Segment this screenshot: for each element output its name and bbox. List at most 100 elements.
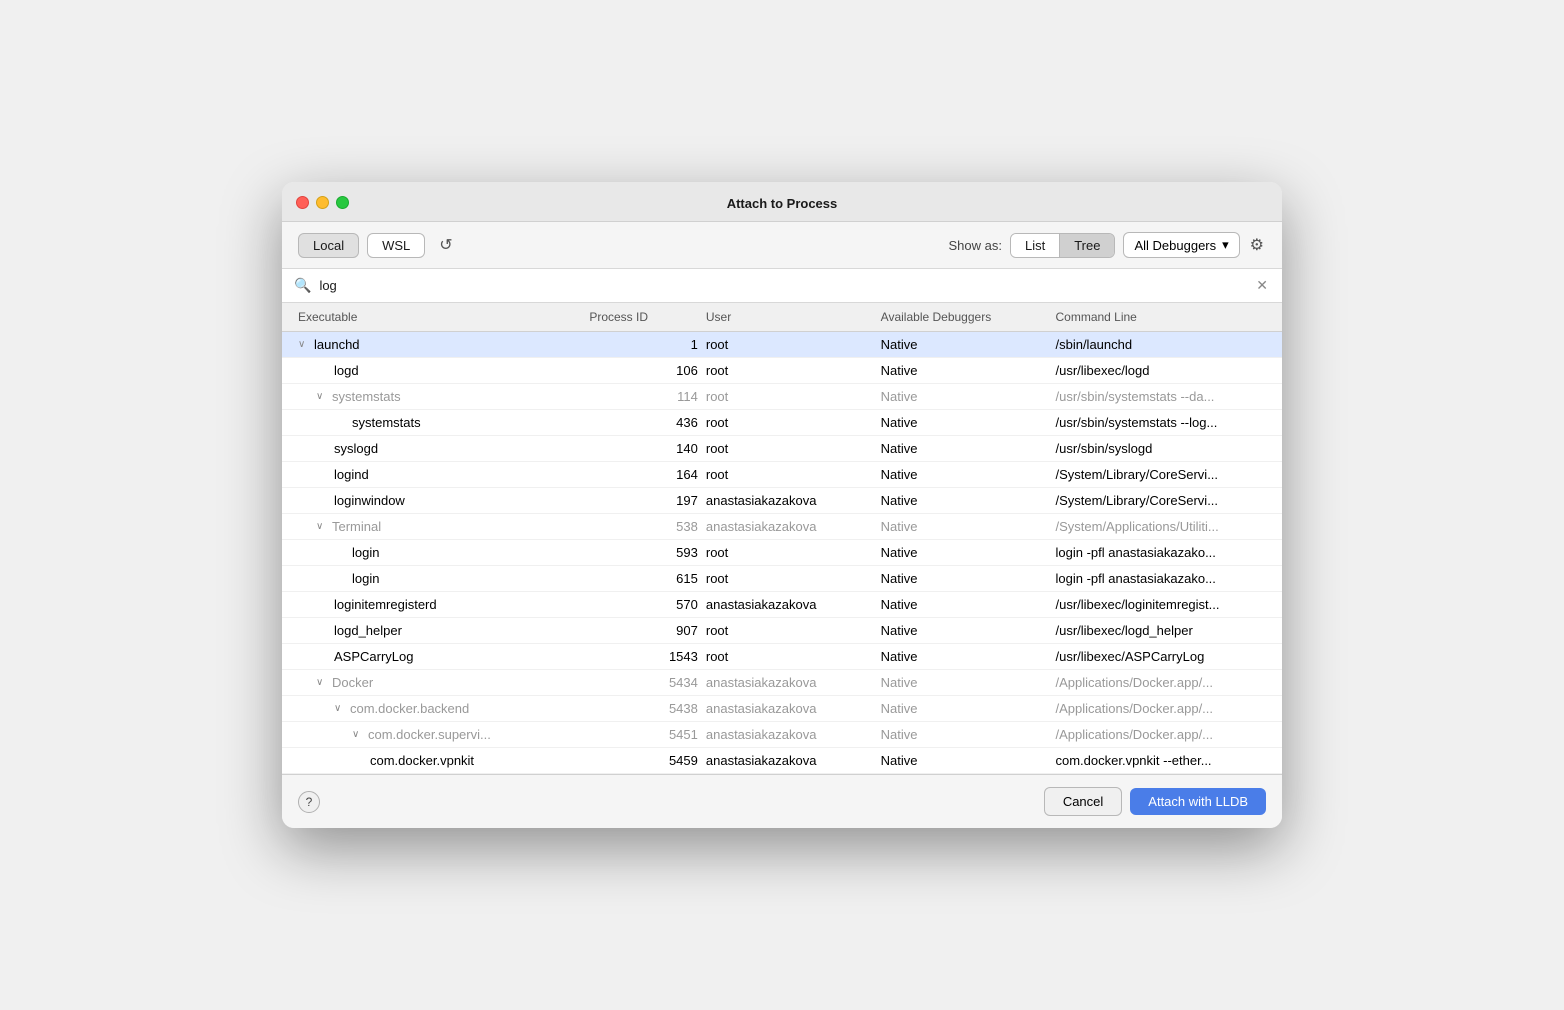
process-id: 5459 xyxy=(585,748,702,773)
available-debuggers: Native xyxy=(877,748,1052,773)
process-id: 106 xyxy=(585,358,702,383)
table-row[interactable]: logind164rootNative/System/Library/CoreS… xyxy=(282,462,1282,488)
executable-name: launchd xyxy=(314,337,360,352)
command-line: /System/Library/CoreServi... xyxy=(1051,488,1270,513)
executable-name: com.docker.backend xyxy=(350,701,469,716)
gear-icon: ⚙ xyxy=(1250,237,1264,254)
table-row[interactable]: ∨ com.docker.supervi... 5451anastasiakazak… xyxy=(282,722,1282,748)
executable-name: logind xyxy=(334,467,369,482)
user: anastasiakazakova xyxy=(702,722,877,747)
user: root xyxy=(702,332,877,357)
user: root xyxy=(702,540,877,565)
search-icon: 🔍 xyxy=(294,277,311,294)
available-debuggers: Native xyxy=(877,332,1052,357)
table-row[interactable]: logd_helper907rootNative/usr/libexec/log… xyxy=(282,618,1282,644)
attach-to-process-dialog: Attach to Process Local WSL ↺ Show as: L… xyxy=(282,182,1282,828)
attach-button[interactable]: Attach with LLDB xyxy=(1130,788,1266,815)
chevron-icon: ∨ xyxy=(298,339,310,350)
close-button[interactable] xyxy=(296,196,309,209)
process-id: 907 xyxy=(585,618,702,643)
search-input[interactable] xyxy=(319,278,1246,293)
chevron-icon: ∨ xyxy=(316,677,328,688)
process-id: 1543 xyxy=(585,644,702,669)
process-id: 5451 xyxy=(585,722,702,747)
table-row[interactable]: logd106rootNative/usr/libexec/logd xyxy=(282,358,1282,384)
command-line: login -pfl anastasiakazako... xyxy=(1051,566,1270,591)
show-as-group: List Tree xyxy=(1010,233,1115,258)
search-clear-button[interactable]: ✕ xyxy=(1254,277,1270,294)
user: anastasiakazakova xyxy=(702,514,877,539)
command-line: /usr/libexec/loginitemregist... xyxy=(1051,592,1270,617)
executable-name: logd_helper xyxy=(334,623,402,638)
process-id: 197 xyxy=(585,488,702,513)
table-row[interactable]: ∨systemstats114rootNative/usr/sbin/syste… xyxy=(282,384,1282,410)
user: root xyxy=(702,410,877,435)
cancel-button[interactable]: Cancel xyxy=(1044,787,1122,816)
executable-name: login xyxy=(352,545,379,560)
user: root xyxy=(702,618,877,643)
wsl-button[interactable]: WSL xyxy=(367,233,425,258)
col-pid: Process ID xyxy=(585,307,702,327)
user: root xyxy=(702,462,877,487)
process-id: 140 xyxy=(585,436,702,461)
process-id: 164 xyxy=(585,462,702,487)
chevron-icon: ∨ xyxy=(316,521,328,532)
debugger-label: All Debuggers xyxy=(1134,238,1216,253)
command-line: /Applications/Docker.app/... xyxy=(1051,696,1270,721)
executable-name: com.docker.supervi... xyxy=(368,727,491,742)
process-id: 5438 xyxy=(585,696,702,721)
refresh-button[interactable]: ↺ xyxy=(433,233,458,257)
col-cmdline: Command Line xyxy=(1051,307,1270,327)
table-row[interactable]: ∨com.docker.backend5438anastasiakazakova… xyxy=(282,696,1282,722)
command-line: /usr/sbin/syslogd xyxy=(1051,436,1270,461)
tree-view-button[interactable]: Tree xyxy=(1060,234,1114,257)
command-line: /usr/libexec/ASPCarryLog xyxy=(1051,644,1270,669)
executable-name: ASPCarryLog xyxy=(334,649,413,664)
chevron-icon: ∨ xyxy=(352,729,364,740)
command-line: login -pfl anastasiakazako... xyxy=(1051,540,1270,565)
process-id: 570 xyxy=(585,592,702,617)
command-line: com.docker.vpnkit --ether... xyxy=(1051,748,1270,773)
table-row[interactable]: ∨launchd1rootNative/sbin/launchd xyxy=(282,332,1282,358)
table-row[interactable]: login593rootNativelogin -pfl anastasiaka… xyxy=(282,540,1282,566)
maximize-button[interactable] xyxy=(336,196,349,209)
list-view-button[interactable]: List xyxy=(1011,234,1060,257)
table-row[interactable]: loginwindow197anastasiakazakovaNative/Sy… xyxy=(282,488,1282,514)
command-line: /Applications/Docker.app/... xyxy=(1051,670,1270,695)
process-id: 114 xyxy=(585,384,702,409)
command-line: /System/Library/CoreServi... xyxy=(1051,462,1270,487)
executable-name: systemstats xyxy=(352,415,421,430)
table-row[interactable]: com.docker.vpnkit5459anastasiakazakovaNa… xyxy=(282,748,1282,774)
command-line: /usr/libexec/logd_helper xyxy=(1051,618,1270,643)
show-as-label: Show as: xyxy=(949,238,1002,253)
help-button[interactable]: ? xyxy=(298,791,320,813)
process-id: 593 xyxy=(585,540,702,565)
settings-button[interactable]: ⚙ xyxy=(1248,233,1266,257)
table-row[interactable]: login615rootNativelogin -pfl anastasiaka… xyxy=(282,566,1282,592)
process-id: 436 xyxy=(585,410,702,435)
executable-name: com.docker.vpnkit xyxy=(370,753,474,768)
table-row[interactable]: loginitemregisterd570anastasiakazakovaNa… xyxy=(282,592,1282,618)
process-id: 538 xyxy=(585,514,702,539)
user: root xyxy=(702,644,877,669)
local-button[interactable]: Local xyxy=(298,233,359,258)
process-id: 615 xyxy=(585,566,702,591)
table-row[interactable]: ∨Terminal538anastasiakazakovaNative/Syst… xyxy=(282,514,1282,540)
debugger-dropdown[interactable]: All Debuggers ▾ xyxy=(1123,232,1239,258)
process-id: 5434 xyxy=(585,670,702,695)
available-debuggers: Native xyxy=(877,410,1052,435)
available-debuggers: Native xyxy=(877,436,1052,461)
title-bar: Attach to Process xyxy=(282,182,1282,222)
executable-name: login xyxy=(352,571,379,586)
user: anastasiakazakova xyxy=(702,488,877,513)
minimize-button[interactable] xyxy=(316,196,329,209)
refresh-icon: ↺ xyxy=(439,237,452,254)
table-row[interactable]: syslogd140rootNative/usr/sbin/syslogd xyxy=(282,436,1282,462)
table-row[interactable]: ∨Docker5434anastasiakazakovaNative/Appli… xyxy=(282,670,1282,696)
available-debuggers: Native xyxy=(877,514,1052,539)
executable-name: syslogd xyxy=(334,441,378,456)
table-row[interactable]: ASPCarryLog1543rootNative/usr/libexec/AS… xyxy=(282,644,1282,670)
dialog-title: Attach to Process xyxy=(727,196,838,211)
available-debuggers: Native xyxy=(877,488,1052,513)
table-row[interactable]: systemstats436rootNative/usr/sbin/system… xyxy=(282,410,1282,436)
